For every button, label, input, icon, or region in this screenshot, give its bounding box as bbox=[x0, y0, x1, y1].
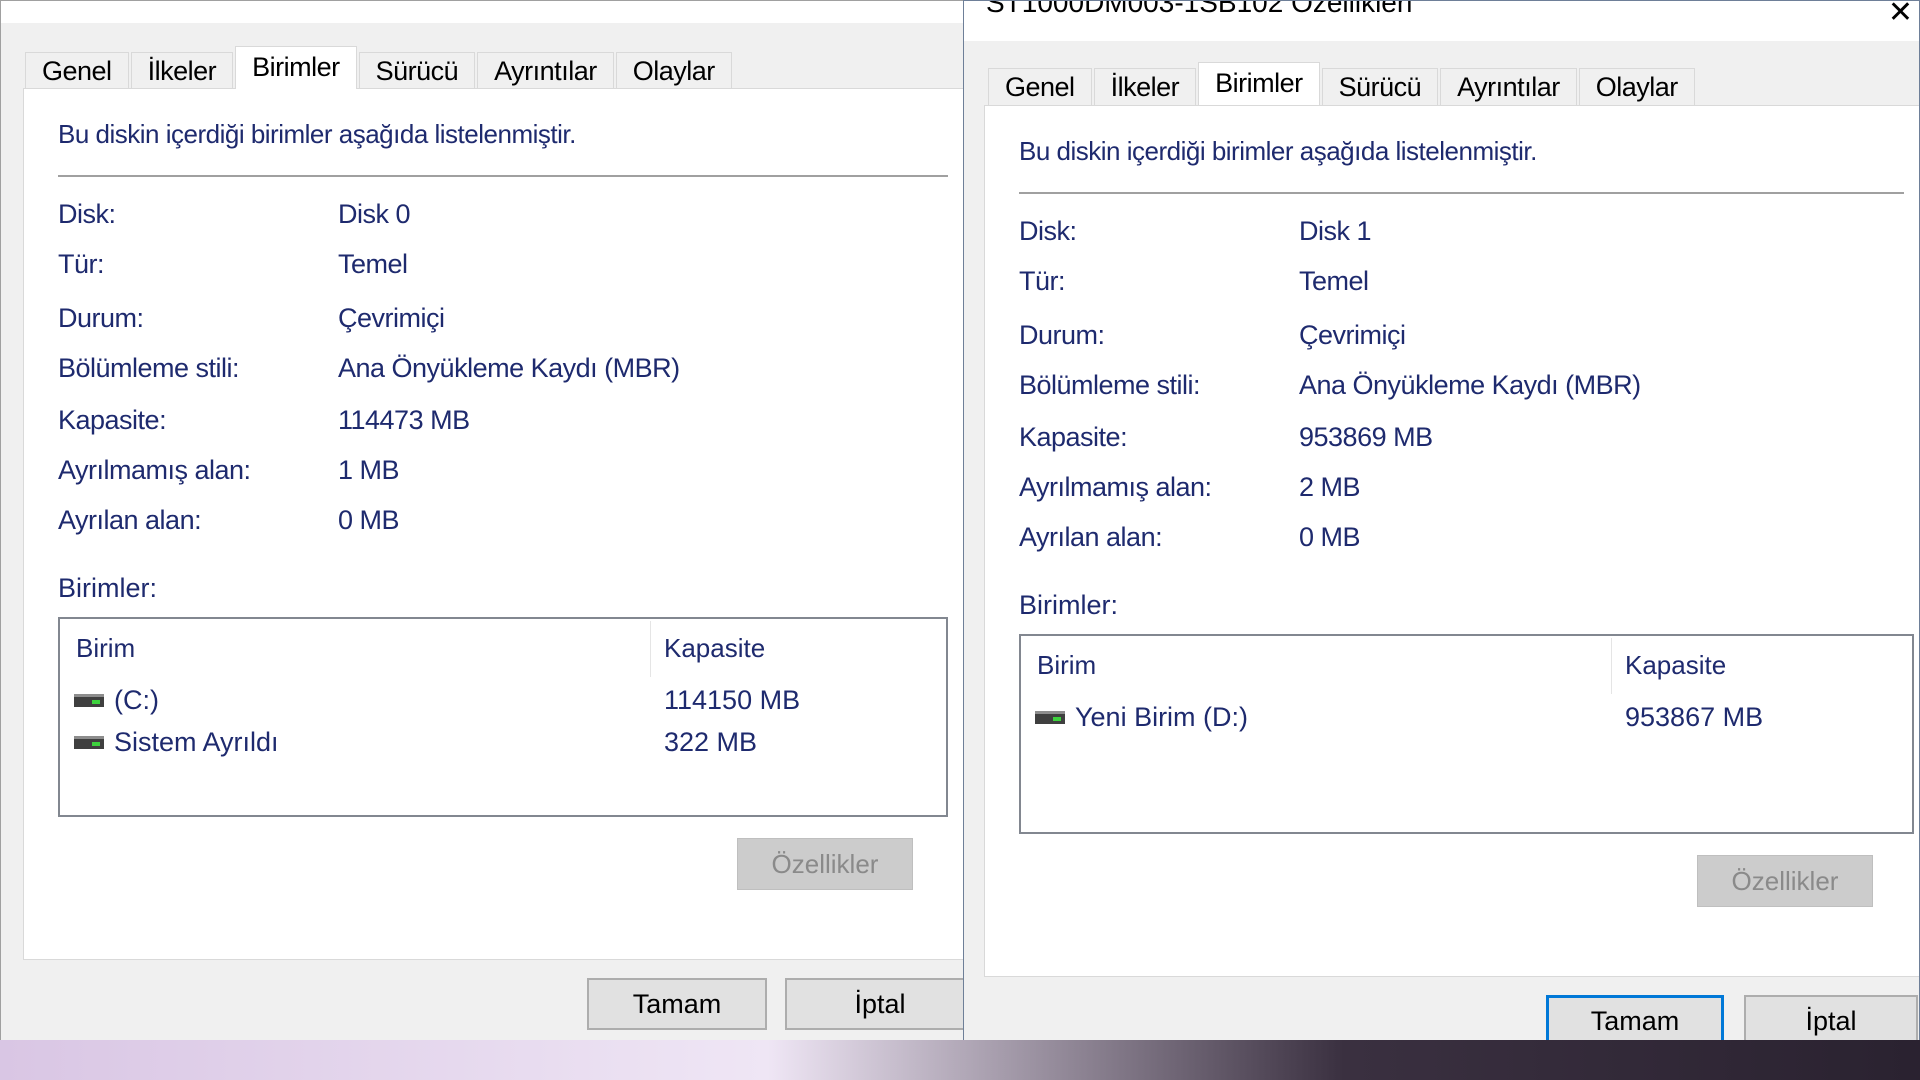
capacity-value: 114473 MB bbox=[338, 405, 470, 435]
volume-name: Sistem Ayrıldı bbox=[114, 726, 279, 757]
separator bbox=[58, 175, 948, 177]
close-icon[interactable]: ✕ bbox=[1888, 1, 1913, 30]
volume-name: Yeni Birim (D:) bbox=[1075, 701, 1249, 732]
volume-capacity: 953867 MB bbox=[1625, 702, 1764, 732]
volumes-panel: Bu diskin içerdiği birimler aşağıda list… bbox=[23, 88, 964, 960]
type-label: Tür: bbox=[1019, 266, 1066, 296]
tab-driver[interactable]: Sürücü bbox=[1321, 68, 1439, 105]
hard-drive-icon bbox=[1035, 710, 1065, 724]
unallocated-label: Ayrılmamış alan: bbox=[1019, 472, 1212, 502]
status-value: Çevrimiçi bbox=[1299, 320, 1406, 350]
column-divider[interactable] bbox=[1611, 638, 1612, 694]
status-label: Durum: bbox=[1019, 320, 1105, 350]
intro-text: Bu diskin içerdiği birimler aşağıda list… bbox=[58, 119, 576, 149]
disk-value: Disk 1 bbox=[1299, 216, 1372, 246]
tab-general[interactable]: Genel bbox=[988, 68, 1092, 105]
volumes-label: Birimler: bbox=[1019, 590, 1118, 620]
type-label: Tür: bbox=[58, 249, 105, 279]
partition-style-value: Ana Önyükleme Kaydı (MBR) bbox=[1299, 370, 1641, 400]
tab-policies[interactable]: İlkeler bbox=[130, 52, 234, 89]
volumes-list[interactable]: Birim Kapasite Yeni Birim (D:) 953867 MB bbox=[1019, 634, 1914, 834]
disk-label: Disk: bbox=[58, 199, 116, 229]
volumes-list[interactable]: Birim Kapasite (C:) 114150 MB Sistem Ayr… bbox=[58, 617, 948, 817]
separator bbox=[1019, 192, 1904, 194]
tab-policies[interactable]: İlkeler bbox=[1093, 68, 1197, 105]
volume-name: (C:) bbox=[114, 684, 159, 715]
tab-strip: Genel İlkeler Birimler Sürücü Ayrıntılar… bbox=[988, 62, 1697, 105]
tab-details[interactable]: Ayrıntılar bbox=[1440, 68, 1577, 105]
type-value: Temel bbox=[338, 249, 408, 279]
volumes-panel: Bu diskin içerdiği birimler aşağıda list… bbox=[984, 105, 1919, 977]
volume-capacity: 114150 MB bbox=[664, 685, 801, 715]
title-bar[interactable] bbox=[1, 1, 964, 23]
partition-style-label: Bölümleme stili: bbox=[58, 353, 240, 383]
unallocated-value: 2 MB bbox=[1299, 472, 1361, 502]
disk-label: Disk: bbox=[1019, 216, 1077, 246]
tab-general[interactable]: Genel bbox=[25, 52, 129, 89]
column-header-volume[interactable]: Birim bbox=[76, 633, 135, 664]
intro-text: Bu diskin içerdiği birimler aşağıda list… bbox=[1019, 136, 1537, 166]
disk-value: Disk 0 bbox=[338, 199, 411, 229]
tab-strip: Genel İlkeler Birimler Sürücü Ayrıntılar… bbox=[25, 46, 734, 89]
cancel-button[interactable]: İptal bbox=[785, 978, 964, 1030]
unallocated-value: 1 MB bbox=[338, 455, 400, 485]
unallocated-label: Ayrılmamış alan: bbox=[58, 455, 251, 485]
disk1-properties-dialog: ST1000DM003-1SB102 Özellikleri ✕ Genel İ… bbox=[963, 0, 1920, 1067]
window-title: ST1000DM003-1SB102 Özellikleri bbox=[986, 0, 1413, 18]
tab-volumes[interactable]: Birimler bbox=[235, 46, 357, 89]
reserved-label: Ayrılan alan: bbox=[58, 505, 202, 535]
desktop-background bbox=[0, 1040, 1920, 1080]
column-header-capacity[interactable]: Kapasite bbox=[664, 633, 765, 664]
column-header-volume[interactable]: Birim bbox=[1037, 650, 1096, 681]
status-label: Durum: bbox=[58, 303, 144, 333]
volume-capacity: 322 MB bbox=[664, 727, 758, 757]
type-value: Temel bbox=[1299, 266, 1369, 296]
tab-details[interactable]: Ayrıntılar bbox=[477, 52, 614, 89]
tab-volumes[interactable]: Birimler bbox=[1198, 62, 1320, 105]
hard-drive-icon bbox=[74, 735, 104, 749]
column-header-capacity[interactable]: Kapasite bbox=[1625, 650, 1726, 681]
volumes-label: Birimler: bbox=[58, 573, 157, 603]
reserved-value: 0 MB bbox=[1299, 522, 1361, 552]
capacity-label: Kapasite: bbox=[58, 405, 167, 435]
reserved-value: 0 MB bbox=[338, 505, 400, 535]
ok-button[interactable]: Tamam bbox=[587, 978, 767, 1030]
partition-style-label: Bölümleme stili: bbox=[1019, 370, 1201, 400]
list-item[interactable]: Yeni Birim (D:) bbox=[1035, 700, 1248, 734]
properties-button[interactable]: Özellikler bbox=[737, 838, 913, 890]
partition-style-value: Ana Önyükleme Kaydı (MBR) bbox=[338, 353, 680, 383]
reserved-label: Ayrılan alan: bbox=[1019, 522, 1163, 552]
status-value: Çevrimiçi bbox=[338, 303, 445, 333]
list-item[interactable]: (C:) bbox=[74, 683, 159, 717]
hard-drive-icon bbox=[74, 693, 104, 707]
tab-driver[interactable]: Sürücü bbox=[358, 52, 476, 89]
column-divider[interactable] bbox=[650, 621, 651, 677]
tab-events[interactable]: Olaylar bbox=[1578, 68, 1695, 105]
properties-button[interactable]: Özellikler bbox=[1697, 855, 1873, 907]
capacity-value: 953869 MB bbox=[1299, 422, 1433, 452]
disk0-properties-dialog: Genel İlkeler Birimler Sürücü Ayrıntılar… bbox=[0, 0, 965, 1048]
tab-events[interactable]: Olaylar bbox=[615, 52, 732, 89]
title-bar[interactable]: ST1000DM003-1SB102 Özellikleri ✕ bbox=[964, 1, 1919, 41]
list-item[interactable]: Sistem Ayrıldı bbox=[74, 725, 279, 759]
capacity-label: Kapasite: bbox=[1019, 422, 1128, 452]
